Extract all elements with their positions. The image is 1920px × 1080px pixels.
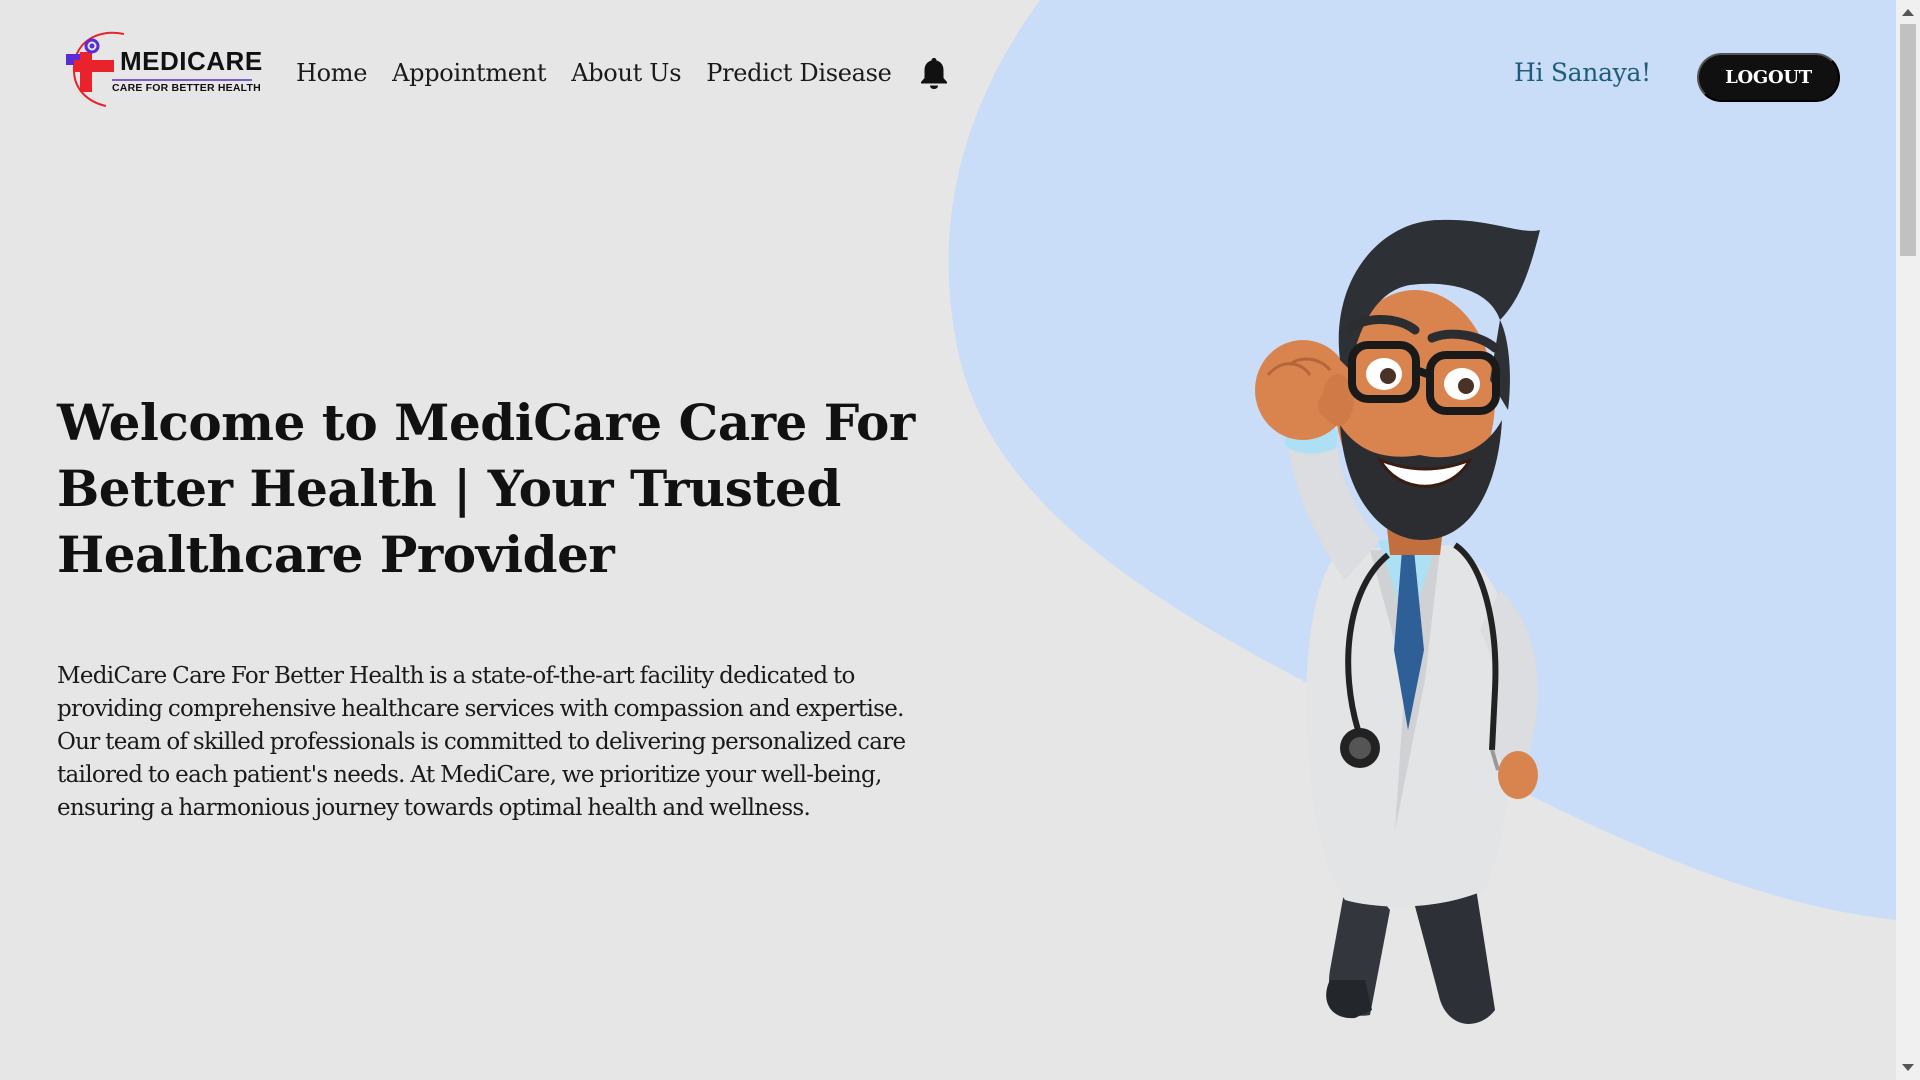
- nav-home-link[interactable]: Home: [296, 59, 367, 87]
- cartoon-doctor-illustration: [1255, 219, 1540, 1024]
- nav-about-us-link[interactable]: About Us: [571, 59, 681, 87]
- site-logo[interactable]: MEDICARE CARE FOR BETTER HEALTH: [66, 30, 262, 107]
- hero-description: MediCare Care For Better Health is a sta…: [57, 663, 906, 821]
- scroll-thumb[interactable]: [1900, 24, 1916, 256]
- logo-wordmark: MEDICARE: [120, 46, 263, 76]
- scroll-up-arrow-icon[interactable]: [1902, 9, 1914, 16]
- scroll-down-arrow-icon[interactable]: [1902, 1064, 1914, 1071]
- page-scrollbar[interactable]: [1896, 0, 1920, 1080]
- nav-predict-disease-link[interactable]: Predict Disease: [706, 59, 892, 87]
- hero-title: Welcome to MediCare Care For Better Heal…: [57, 393, 915, 584]
- main-nav: Home Appointment About Us Predict Diseas…: [296, 56, 949, 90]
- bell-icon[interactable]: [919, 56, 949, 90]
- nav-appointment-link[interactable]: Appointment: [392, 59, 546, 87]
- logo-tagline: CARE FOR BETTER HEALTH: [112, 82, 261, 94]
- site-header: MEDICARE CARE FOR BETTER HEALTH Home App…: [0, 0, 1896, 150]
- logout-button[interactable]: LOGOUT: [1697, 53, 1840, 102]
- user-greeting: Hi Sanaya!: [1514, 58, 1651, 87]
